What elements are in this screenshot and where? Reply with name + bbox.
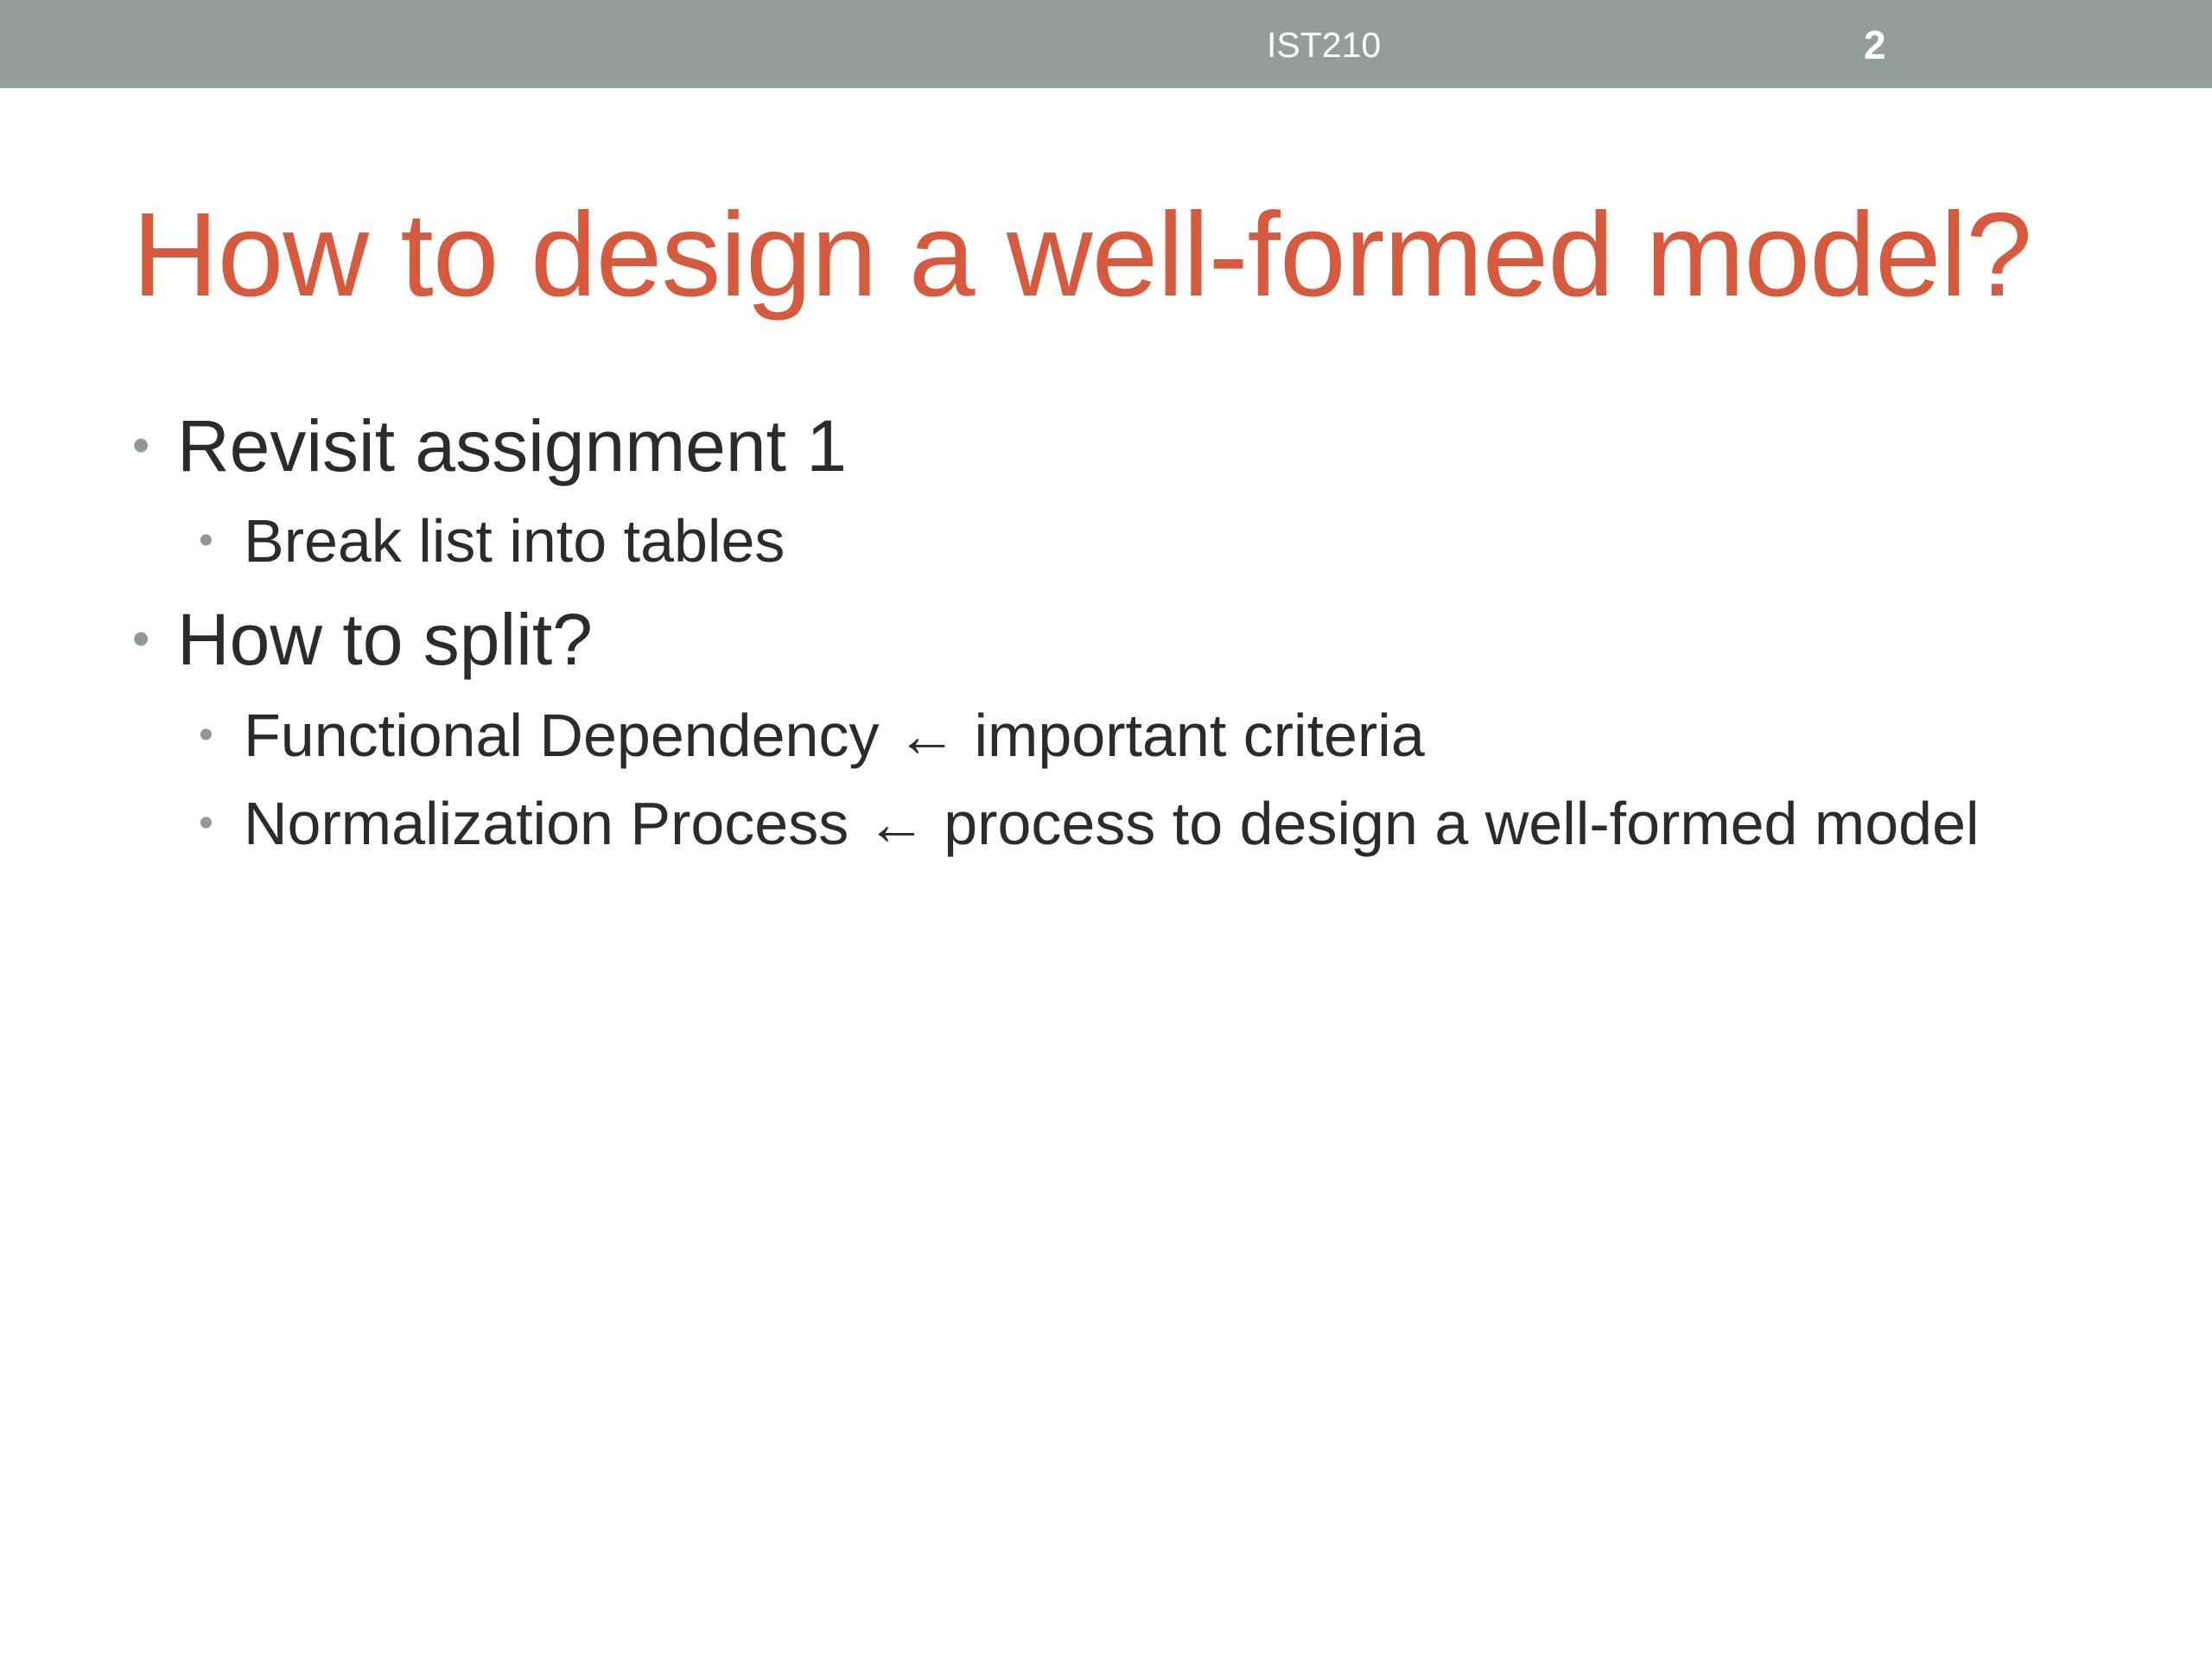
bullet-note: important criteria bbox=[974, 702, 1425, 769]
bullet-text: Break list into tables bbox=[244, 507, 785, 575]
header-bar: IST210 2 bbox=[0, 0, 2212, 88]
bullet-text: Revisit assignment 1 bbox=[177, 405, 847, 486]
bullet-note: process to design a well-formed model bbox=[944, 790, 1980, 857]
slide-title: How to design a well-formed model? bbox=[132, 188, 2032, 321]
course-code: IST210 bbox=[1267, 25, 1382, 65]
left-arrow-icon: ← bbox=[896, 702, 957, 769]
bullet-marker: • bbox=[199, 518, 213, 563]
left-arrow-icon: ← bbox=[866, 790, 927, 857]
sub-bullet-normalization-process: • Normalization Process ← process to desig… bbox=[199, 787, 1980, 860]
bullet-marker: • bbox=[132, 417, 150, 474]
bullet-text: How to split? bbox=[177, 599, 593, 680]
sub-bullet-break-list: • Break list into tables bbox=[199, 505, 785, 577]
bullet-term: Normalization Process bbox=[244, 790, 849, 857]
bullet-term: Functional Dependency bbox=[244, 702, 880, 769]
bullet-marker: • bbox=[199, 712, 213, 758]
bullet-marker: • bbox=[132, 611, 150, 667]
slide: IST210 2 How to design a well-formed mod… bbox=[0, 0, 2212, 1659]
slide-number: 2 bbox=[1864, 22, 1886, 67]
sub-bullet-functional-dependency: • Functional Dependency ← important criter… bbox=[199, 699, 1425, 772]
bullet-how-to-split: • How to split? bbox=[132, 596, 593, 683]
bullet-marker: • bbox=[199, 800, 213, 846]
bullet-revisit-assignment: • Revisit assignment 1 bbox=[132, 403, 847, 489]
